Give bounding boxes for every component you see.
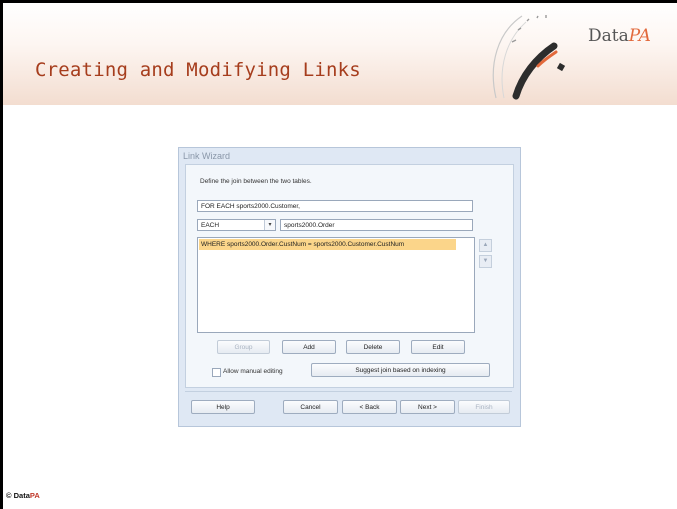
slide-title: Creating and Modifying Links — [35, 59, 361, 81]
datapa-logo-icon — [492, 15, 566, 100]
next-button[interactable]: Next > — [400, 400, 455, 414]
allow-manual-checkbox[interactable] — [212, 368, 221, 377]
move-up-icon[interactable]: ▲ — [479, 239, 492, 252]
edit-button[interactable]: Edit — [411, 340, 465, 354]
add-button[interactable]: Add — [282, 340, 336, 354]
brand-pa-text: PA — [628, 26, 651, 46]
list-item[interactable]: WHERE sports2000.Order.CustNum = sports2… — [199, 239, 456, 250]
link-wizard-dialog: Link Wizard Define the join between the … — [178, 147, 521, 427]
dialog-divider — [185, 391, 512, 392]
back-button[interactable]: < Back — [342, 400, 397, 414]
instruction-label: Define the join between the two tables. — [200, 178, 312, 185]
brand-wordmark: DataPA — [588, 26, 651, 46]
help-button[interactable]: Help — [191, 400, 255, 414]
brand-data-text: Data — [588, 26, 629, 46]
delete-button[interactable]: Delete — [346, 340, 400, 354]
footer-copyright: © DataPA — [6, 491, 40, 500]
chevron-down-icon[interactable]: ▾ — [264, 220, 275, 230]
group-button[interactable]: Group — [217, 340, 270, 354]
suggest-join-button[interactable]: Suggest join based on indexing — [311, 363, 490, 377]
finish-button[interactable]: Finish — [458, 400, 510, 414]
for-each-input[interactable]: FOR EACH sports2000.Customer, — [197, 200, 473, 212]
footer-pa-text: PA — [29, 491, 40, 500]
table-input[interactable]: sports2000.Order — [280, 219, 473, 231]
cancel-button[interactable]: Cancel — [283, 400, 338, 414]
allow-manual-label: Allow manual editing — [223, 368, 283, 375]
footer-copy-text: © Data — [6, 491, 30, 500]
join-clause-list[interactable]: WHERE sports2000.Order.CustNum = sports2… — [197, 237, 475, 333]
each-select-value: EACH — [201, 222, 220, 229]
wizard-content-panel: Define the join between the two tables. … — [185, 164, 514, 388]
dialog-title: Link Wizard — [183, 151, 231, 161]
move-down-icon[interactable]: ▼ — [479, 255, 492, 268]
each-select[interactable]: EACH ▾ — [197, 219, 276, 231]
